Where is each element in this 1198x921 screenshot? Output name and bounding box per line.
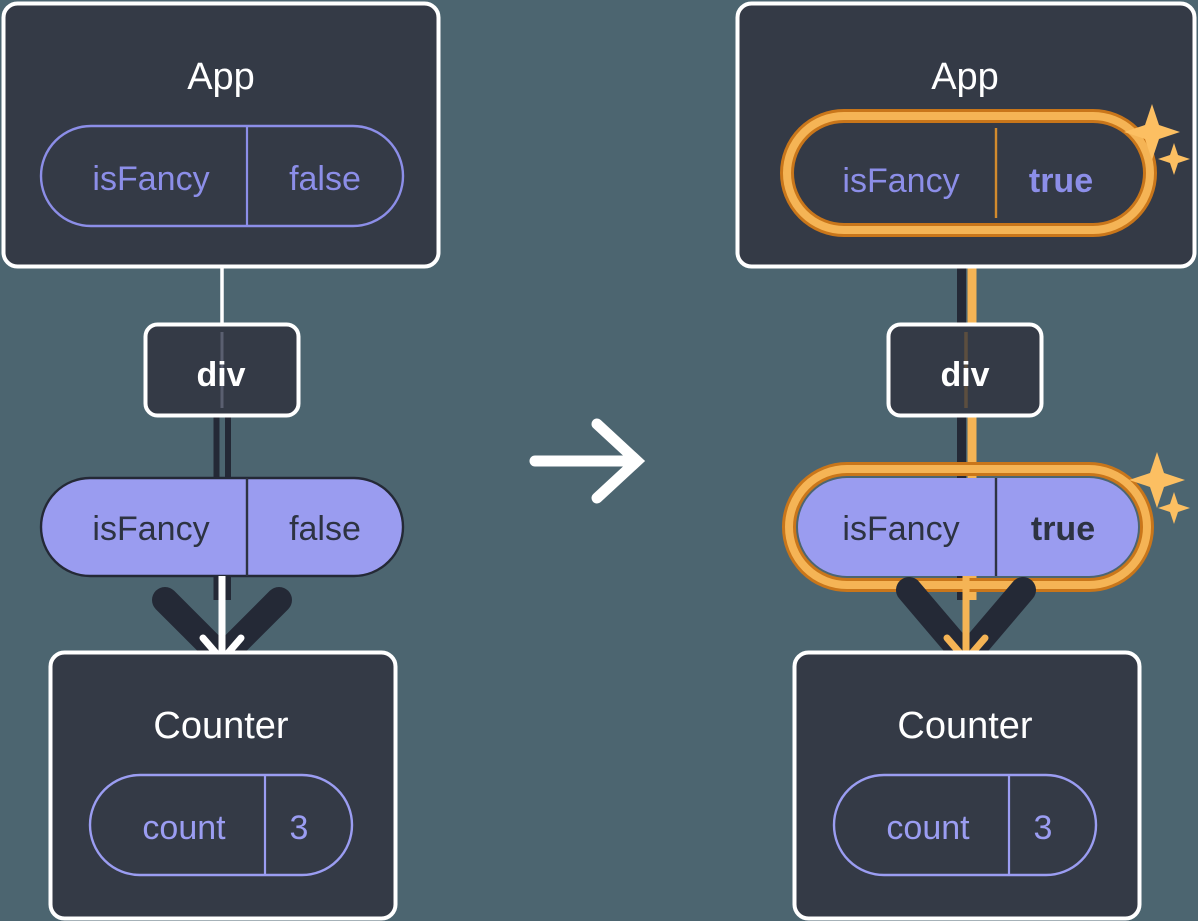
div-card-after: div: [886, 322, 1044, 418]
prop-pill-value-after: true: [1031, 510, 1095, 548]
prop-pill-value-before: false: [289, 510, 361, 548]
state-propagation-diagram: App isFancy false div isFancy false Coun…: [0, 0, 1198, 921]
prop-pill-before[interactable]: isFancy false: [39, 476, 405, 578]
prop-pill-after[interactable]: isFancy true: [782, 462, 1154, 592]
counter-pill-key-before: count: [142, 809, 226, 847]
app-card-after: App isFancy true: [735, 1, 1197, 269]
counter-card-after: Counter count 3: [792, 650, 1142, 921]
counter-card-border-before: [48, 650, 398, 921]
app-pill-value-before: false: [289, 160, 361, 198]
prop-pill-key-after: isFancy: [842, 510, 959, 548]
counter-pill-value-after: 3: [1034, 809, 1053, 847]
counter-pill-value-before: 3: [290, 809, 309, 847]
app-state-pill-after[interactable]: isFancy true: [780, 109, 1157, 237]
app-title-before: App: [187, 56, 255, 98]
counter-card-before: Counter count 3: [48, 650, 398, 921]
app-title-after: App: [931, 56, 999, 98]
counter-card-border-after: [792, 650, 1142, 921]
prop-pill-key-before: isFancy: [92, 510, 209, 548]
div-label-after: div: [940, 356, 989, 394]
diagram-canvas: App isFancy false div isFancy false Coun…: [0, 0, 1198, 921]
app-pill-key-before: isFancy: [92, 160, 209, 198]
div-card-before: div: [143, 322, 301, 418]
app-card-before: App isFancy false: [1, 1, 441, 269]
app-pill-value-after: true: [1029, 162, 1093, 200]
counter-pill-key-after: count: [886, 809, 970, 847]
counter-title-after: Counter: [897, 705, 1033, 747]
counter-title-before: Counter: [153, 705, 289, 747]
app-pill-key-after: isFancy: [842, 162, 959, 200]
div-label-before: div: [196, 356, 245, 394]
